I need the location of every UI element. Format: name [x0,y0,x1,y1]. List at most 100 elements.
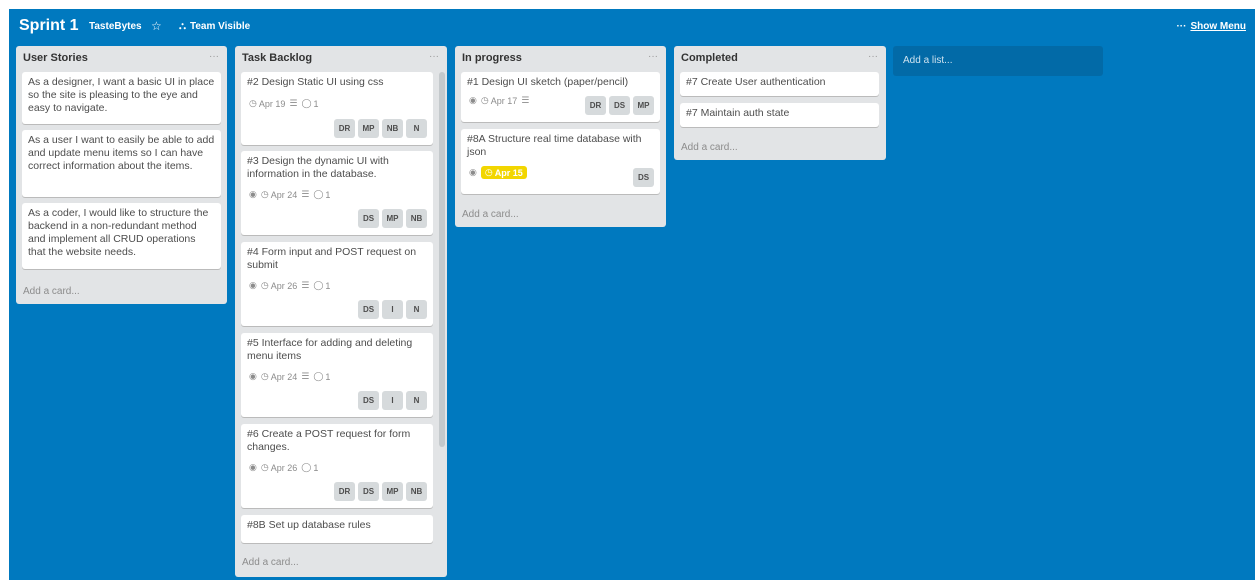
board-team-name[interactable]: TasteBytes [89,21,142,32]
list-title[interactable]: Completed [681,52,738,64]
add-list-button[interactable]: Add a list... [893,46,1103,76]
due-date-badge[interactable]: ◷ Apr 15 [480,166,527,179]
list-title[interactable]: Task Backlog [242,52,312,64]
star-icon[interactable]: ☆ [151,19,162,33]
board-title[interactable]: Sprint 1 [19,17,79,35]
member-avatar[interactable]: NB [406,482,427,501]
list-header: User Stories ··· [16,46,227,70]
card-title: #7 Maintain auth state [686,107,790,119]
member-avatar[interactable]: MP [358,119,379,138]
show-menu-button[interactable]: ··· Show Menu [1176,21,1246,32]
member-avatar[interactable]: I [382,300,403,319]
clock-icon: ◷ [260,189,269,199]
clock-icon: ◷ [480,95,489,105]
card-badges: ◉ ◷ Apr 17 ☰ [469,95,529,106]
comments-badge: ◯ 1 [313,189,330,200]
list-user-stories: User Stories ··· As a designer, I want a… [16,46,227,304]
list-header: In progress ··· [455,46,666,70]
description-icon: ☰ [301,189,310,199]
member-avatar[interactable]: N [406,119,427,138]
list-scrollbar[interactable] [439,72,445,447]
list-menu-icon[interactable]: ··· [429,51,439,62]
member-avatar[interactable]: N [406,391,427,410]
member-avatar[interactable]: DS [358,391,379,410]
visibility-label: Team Visible [190,21,251,32]
list-menu-icon[interactable]: ··· [868,51,878,62]
comments-badge: ◯ 1 [313,371,330,382]
comments-badge: ◯ 1 [313,280,330,291]
comments-badge: ◯ 1 [301,98,318,109]
list-menu-icon[interactable]: ··· [648,51,658,62]
due-date-badge: ◷ Apr 24 [261,371,297,382]
description-icon: ☰ [301,280,310,290]
card[interactable]: As a user I want to easily be able to ad… [22,130,221,197]
card-title: As a coder, I would like to structure th… [28,207,209,258]
more-icon: ··· [1176,21,1187,32]
comments-badge: ◯ 1 [301,462,318,473]
card-members: DR DS MP [585,96,654,115]
due-date: Apr 15 [494,167,523,178]
card-title: As a designer, I want a basic UI in plac… [28,76,215,114]
description-icon: ☰ [289,98,298,108]
member-avatar[interactable]: MP [382,209,403,228]
member-avatar[interactable]: DR [334,119,355,138]
add-card-button[interactable]: Add a card... [462,209,519,220]
add-card-button[interactable]: Add a card... [242,557,299,568]
add-card-button[interactable]: Add a card... [681,142,738,153]
member-avatar[interactable]: NB [406,209,427,228]
due-date-badge: ◷ Apr 26 [261,462,297,473]
list-in-progress: In progress ··· #1 Design UI sketch (pap… [455,46,666,227]
due-date: Apr 24 [270,371,298,382]
clock-icon: ◷ [249,98,257,108]
member-avatar[interactable]: NB [382,119,403,138]
list-title[interactable]: In progress [462,52,522,64]
list-title[interactable]: User Stories [23,52,88,64]
member-avatar[interactable]: DS [358,300,379,319]
member-avatar[interactable]: MP [382,482,403,501]
add-card-button[interactable]: Add a card... [23,286,80,297]
member-avatar[interactable]: DR [334,482,355,501]
member-avatar[interactable]: DS [633,168,654,187]
watch-icon: ◉ [249,371,257,381]
due-date-badge: ◷ Apr 24 [261,189,297,200]
member-avatar[interactable]: I [382,391,403,410]
card[interactable]: #5 Interface for adding and deleting men… [241,333,433,417]
card[interactable]: #6 Create a POST request for form change… [241,424,433,508]
list-header: Completed ··· [674,46,886,70]
list-completed: Completed ··· #7 Create User authenticat… [674,46,886,160]
member-avatar[interactable]: DS [609,96,630,115]
list-menu-icon[interactable]: ··· [209,51,219,62]
card[interactable]: #8A Structure real time database with js… [461,129,660,194]
comment-count: 1 [313,462,319,473]
card-title: #1 Design UI sketch (paper/pencil) [467,76,629,88]
card-title: #2 Design Static UI using css [247,76,384,88]
card[interactable]: As a designer, I want a basic UI in plac… [22,72,221,124]
team-icon: ⛬ [179,21,186,32]
due-date: Apr 26 [270,280,298,291]
card[interactable]: #3 Design the dynamic UI with informatio… [241,151,433,235]
comment-icon: ◯ [313,189,324,199]
member-avatar[interactable]: MP [633,96,654,115]
card[interactable]: #7 Maintain auth state [680,103,879,127]
list-header: Task Backlog ··· [235,46,447,70]
card-badges: ◉ ◷ Apr 15 [469,166,527,179]
card[interactable]: #4 Form input and POST request on submit… [241,242,433,326]
card-title: #7 Create User authentication [686,76,826,88]
due-date-badge: ◷ Apr 19 [249,98,285,109]
due-date: Apr 17 [490,95,518,106]
card[interactable]: #8B Set up database rules [241,515,433,543]
member-avatar[interactable]: DR [585,96,606,115]
card-members: DR MP NB N [334,119,427,138]
visibility-button[interactable]: ⛬ Team Visible [179,21,250,32]
member-avatar[interactable]: DS [358,209,379,228]
card[interactable]: #1 Design UI sketch (paper/pencil) ◉ ◷ Ap… [461,72,660,122]
card[interactable]: As a coder, I would like to structure th… [22,203,221,269]
comment-count: 1 [325,371,331,382]
card-members: DS [633,168,654,187]
member-avatar[interactable]: DS [358,482,379,501]
card-badges: ◉ ◷ Apr 24 ☰ ◯ 1 [249,189,330,200]
card[interactable]: #7 Create User authentication [680,72,879,96]
add-list-label: Add a list... [903,55,953,66]
card[interactable]: #2 Design Static UI using css ◷ Apr 19 ☰ … [241,72,433,145]
member-avatar[interactable]: N [406,300,427,319]
